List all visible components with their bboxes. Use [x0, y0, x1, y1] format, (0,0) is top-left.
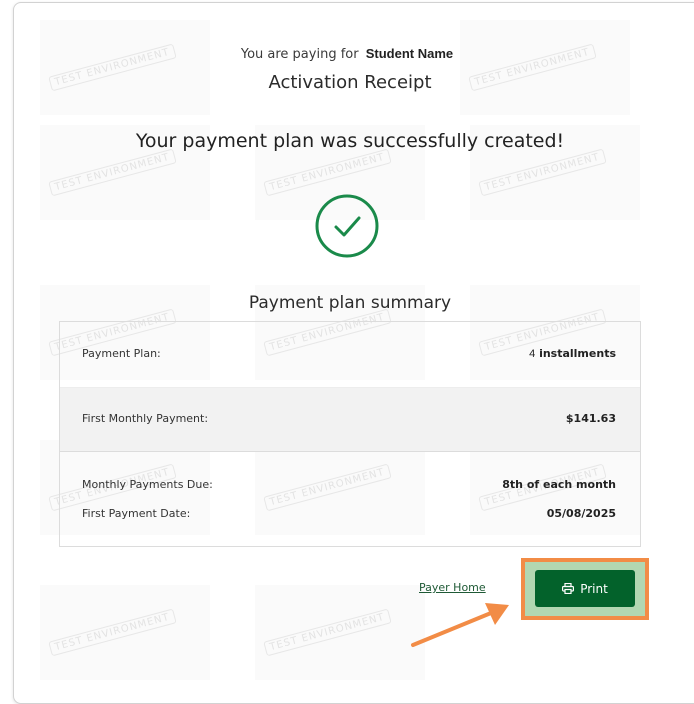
installments-label: installments: [535, 347, 616, 360]
row-value: 4 installments: [529, 347, 616, 360]
print-label: Print: [580, 581, 608, 596]
student-name: Student Name: [365, 46, 454, 61]
row-value: $141.63: [565, 412, 616, 425]
row-label: First Monthly Payment:: [82, 412, 209, 425]
row-value: 8th of each month: [502, 478, 616, 491]
success-message: Your payment plan was successfully creat…: [135, 130, 565, 152]
summary-table: Payment Plan: 4 installments First Month…: [59, 321, 641, 547]
checkmark-circle-icon: [315, 194, 379, 258]
page-title: Activation Receipt: [268, 72, 432, 93]
print-button-focus-ring: Print: [525, 562, 645, 616]
row-value: 05/08/2025: [546, 507, 616, 520]
payer-home-link[interactable]: Payer Home: [419, 581, 486, 594]
print-button[interactable]: Print: [535, 570, 635, 607]
summary-row-payment-plan: Payment Plan: 4 installments: [60, 322, 640, 388]
row-label: Payment Plan:: [82, 347, 161, 360]
annotation-arrow: [411, 603, 509, 647]
summary-title: Payment plan summary: [248, 293, 452, 313]
paying-for-line: You are paying for Student Name: [0, 46, 694, 62]
summary-row-schedule: Monthly Payments Due: 8th of each month …: [60, 452, 640, 545]
printer-icon: [562, 583, 575, 594]
row-label: Monthly Payments Due:: [82, 478, 213, 491]
summary-row-first-payment: First Monthly Payment: $141.63: [60, 387, 640, 452]
row-label: First Payment Date:: [82, 507, 191, 520]
paying-prefix: You are paying for: [240, 47, 359, 62]
print-highlight-box: Print: [521, 558, 649, 620]
